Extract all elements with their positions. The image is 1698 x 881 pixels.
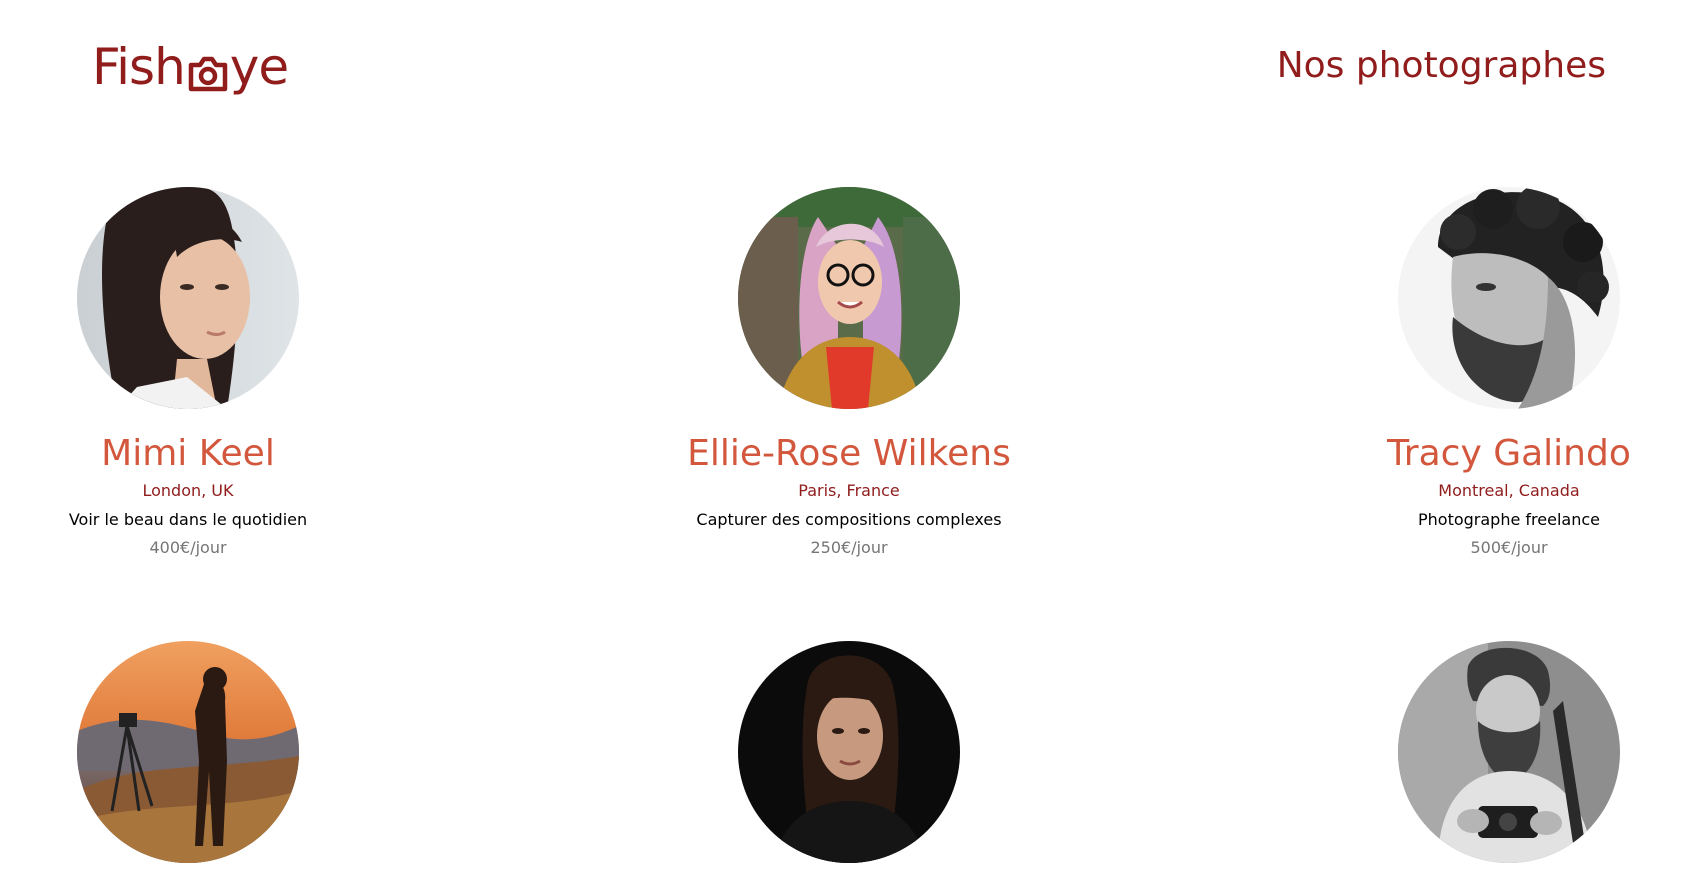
fisheye-logo[interactable]: Fish ye: [92, 36, 289, 98]
photographer-link[interactable]: Mimi Keel: [0, 187, 398, 474]
portrait-image[interactable]: [77, 187, 299, 409]
photographer-card: Tracy Galindo Montreal, Canada Photograp…: [1299, 187, 1698, 558]
page: Fish ye Nos photographes Mimi Keel Londo…: [0, 0, 1698, 881]
photographer-link[interactable]: [639, 641, 1059, 863]
portrait-image[interactable]: [77, 641, 299, 863]
photographer-card: [0, 641, 398, 863]
logo-text-start: Fish: [92, 38, 186, 96]
photographer-card: Ellie-Rose Wilkens Paris, France Capture…: [639, 187, 1059, 558]
photographer-tagline: Photographe freelance: [1418, 510, 1600, 530]
page-title: Nos photographes: [1276, 45, 1606, 86]
header: Fish ye Nos photographes: [0, 0, 1698, 120]
photographer-location: Montreal, Canada: [1438, 481, 1580, 501]
photographer-card: [1299, 641, 1698, 863]
photographer-location: London, UK: [142, 481, 234, 501]
portrait-image[interactable]: [1398, 641, 1620, 863]
photographer-name: Ellie-Rose Wilkens: [687, 433, 1011, 474]
camera-icon: [187, 51, 229, 92]
photographer-card: [639, 641, 1059, 863]
photographer-name: Tracy Galindo: [1387, 433, 1631, 474]
logo-text-end: ye: [229, 38, 289, 96]
photographer-link[interactable]: Tracy Galindo: [1299, 187, 1698, 474]
photographer-name: Mimi Keel: [101, 433, 275, 474]
photographer-card: Mimi Keel London, UK Voir le beau dans l…: [0, 187, 398, 558]
portrait-image[interactable]: [738, 641, 960, 863]
portrait-image[interactable]: [738, 187, 960, 409]
photographer-link[interactable]: [0, 641, 398, 863]
photographer-link[interactable]: Ellie-Rose Wilkens: [639, 187, 1059, 474]
photographer-tagline: Capturer des compositions complexes: [696, 510, 1002, 530]
photographer-tagline: Voir le beau dans le quotidien: [68, 510, 308, 530]
photographer-price: 400€/jour: [149, 538, 227, 558]
photographer-price: 250€/jour: [810, 538, 888, 558]
portrait-image[interactable]: [1398, 187, 1620, 409]
photographer-link[interactable]: [1299, 641, 1698, 863]
photographer-location: Paris, France: [798, 481, 900, 501]
photographer-price: 500€/jour: [1470, 538, 1548, 558]
